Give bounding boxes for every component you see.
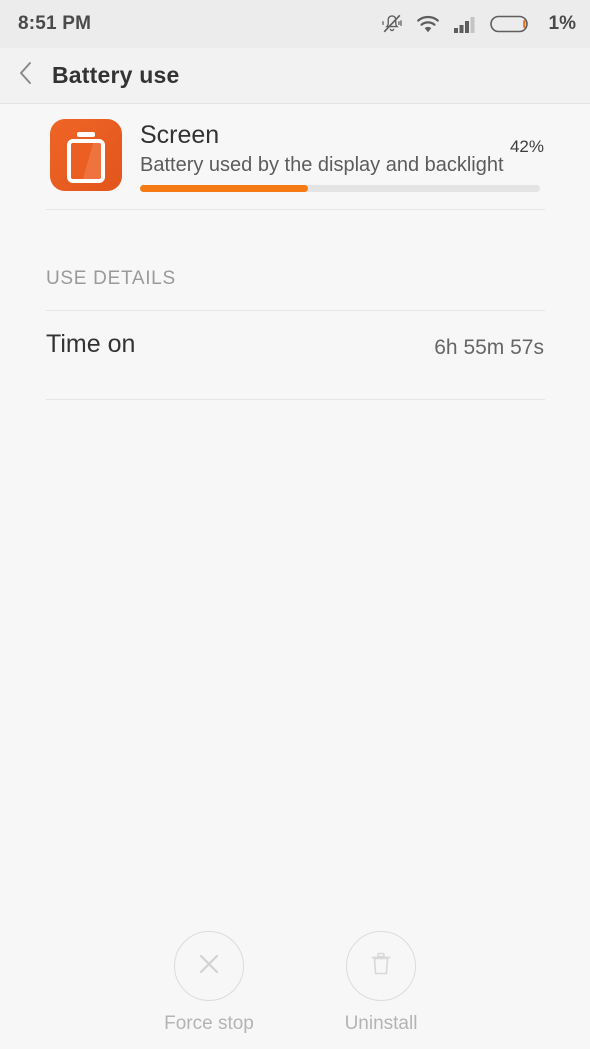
cellular-signal-icon	[453, 15, 477, 34]
battery-fill	[71, 143, 101, 179]
battery-use-screen: 8:51 PM 1% Battery use Screen Battery us…	[0, 0, 590, 1049]
divider-below-summary	[46, 209, 545, 210]
usage-progress-fill	[140, 185, 308, 192]
close-x-icon	[192, 947, 226, 986]
table-row: Time on 6h 55m 57s	[0, 330, 590, 386]
battery-body	[67, 139, 105, 183]
app-name: Screen	[140, 121, 220, 149]
status-clock: 8:51 PM	[18, 13, 92, 34]
screen-battery-icon	[50, 119, 122, 191]
page-title: Battery use	[52, 62, 180, 88]
battery-icon	[489, 14, 530, 34]
battery-gloss	[82, 143, 101, 179]
use-details-header: USE DETAILS	[46, 268, 176, 289]
app-description: Battery used by the display and backligh…	[140, 154, 504, 176]
status-bar: 8:51 PM 1%	[0, 0, 590, 48]
divider-below-time-row	[46, 399, 545, 400]
uninstall-label: Uninstall	[344, 1013, 418, 1034]
force-stop-label: Force stop	[164, 1013, 254, 1034]
vibrate-off-icon	[381, 13, 403, 35]
battery-cap	[77, 132, 95, 137]
force-stop-button[interactable]: Force stop	[145, 931, 273, 1035]
app-summary-row: Screen Battery used by the display and b…	[0, 104, 590, 210]
detail-label: Time on	[46, 330, 136, 358]
back-button[interactable]	[0, 48, 52, 104]
title-bar: Battery use	[0, 48, 590, 104]
usage-progress-bar	[140, 185, 540, 192]
action-bar: Force stop Uninstall	[0, 931, 590, 1035]
usage-percent-label: 42%	[509, 137, 544, 156]
force-stop-circle	[174, 931, 244, 1001]
battery-percent-label: 1%	[548, 13, 576, 34]
uninstall-circle	[346, 931, 416, 1001]
wifi-icon	[416, 15, 440, 34]
trash-icon	[364, 947, 398, 986]
chevron-left-icon	[16, 59, 36, 92]
divider-above-time-row	[46, 310, 545, 311]
status-icon-tray: 1%	[381, 13, 576, 35]
uninstall-button[interactable]: Uninstall	[317, 931, 445, 1035]
app-text-block: Screen Battery used by the display and b…	[140, 120, 544, 178]
detail-value: 6h 55m 57s	[434, 336, 544, 359]
